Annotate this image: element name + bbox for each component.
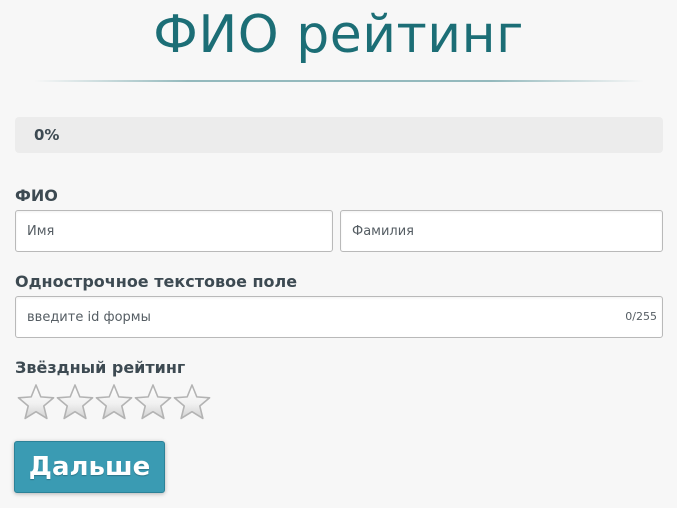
star-icon[interactable] <box>133 382 173 422</box>
char-counter: 0/255 <box>625 310 657 323</box>
title-divider <box>34 80 644 82</box>
star-icon[interactable] <box>172 382 212 422</box>
text-field-label: Однострочное текстовое поле <box>15 272 298 291</box>
progress-label: 0% <box>34 126 60 144</box>
star-icon[interactable] <box>55 382 95 422</box>
first-name-input[interactable] <box>15 210 333 252</box>
star-icon[interactable] <box>94 382 134 422</box>
fio-label: ФИО <box>15 186 58 205</box>
next-button[interactable]: Дальше <box>14 441 165 493</box>
rating-label: Звёздный рейтинг <box>15 358 186 377</box>
form-id-input[interactable] <box>15 296 663 338</box>
star-icon[interactable] <box>16 382 56 422</box>
star-rating <box>16 382 211 422</box>
page-title: ФИО рейтинг <box>153 5 524 65</box>
last-name-input[interactable] <box>340 210 663 252</box>
progress-bar: 0% <box>15 117 663 153</box>
